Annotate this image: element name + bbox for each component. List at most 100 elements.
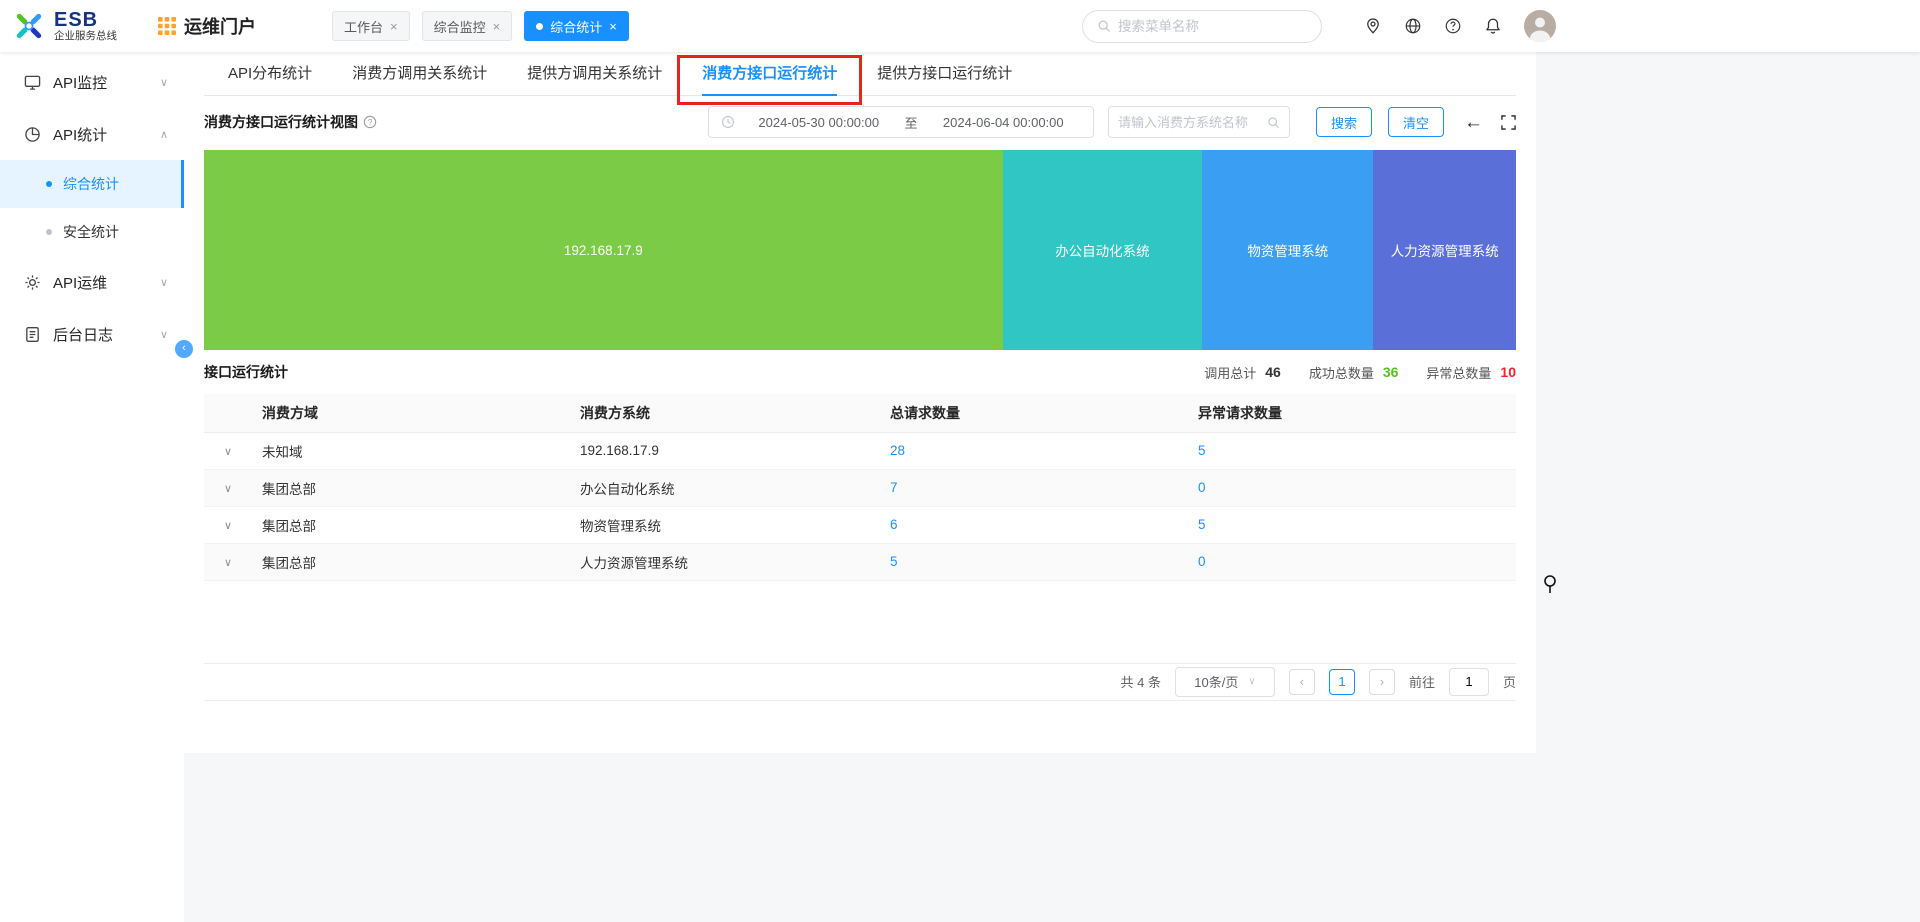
sidebar-item-api-stats[interactable]: API统计 ∧	[0, 108, 184, 160]
view-title: 消费方接口运行统计视图	[204, 112, 358, 132]
search-button[interactable]: 搜索	[1316, 107, 1372, 137]
header-tab-monitoring[interactable]: 综合监控 ×	[422, 11, 513, 41]
monitor-icon	[24, 74, 42, 91]
header-tabbar: 工作台 × 综合监控 × 综合统计 ×	[332, 11, 629, 41]
cell-system: 物资管理系统	[570, 506, 880, 543]
chevron-down-icon: ∨	[1248, 676, 1255, 687]
document-icon	[24, 326, 42, 343]
row-expand-icon[interactable]: ∨	[224, 446, 232, 458]
sidebar-collapse-button[interactable]: ‹	[175, 340, 193, 358]
sidebar-item-api-monitor[interactable]: API监控 ∨	[0, 56, 184, 108]
chevron-up-icon: ∧	[160, 128, 168, 141]
tab-provider-call-relations[interactable]: 提供方调用关系统计	[527, 52, 662, 96]
tab-provider-interface-stats[interactable]: 提供方接口运行统计	[877, 52, 1012, 96]
close-tab-icon[interactable]: ×	[390, 19, 398, 34]
date-start[interactable]: 2024-05-30 00:00:00	[741, 115, 897, 130]
header-tab-workbench[interactable]: 工作台 ×	[332, 11, 410, 41]
cell-total-requests[interactable]: 7	[890, 480, 898, 495]
user-avatar[interactable]	[1524, 10, 1556, 42]
summary-stats: 调用总计 46 成功总数量 36 异常总数量 10	[1204, 363, 1516, 382]
language-icon[interactable]	[1404, 17, 1422, 35]
cell-total-requests[interactable]: 5	[890, 554, 898, 569]
bell-icon[interactable]	[1484, 17, 1502, 35]
page-size-select[interactable]: 10条/页 ∨	[1175, 667, 1275, 697]
close-tab-icon[interactable]: ×	[609, 19, 617, 34]
main-content: API分布统计 消费方调用关系统计 提供方调用关系统计 消费方接口运行统计 提供…	[184, 52, 1536, 753]
treemap-chart: 192.168.17.9 办公自动化系统 物资管理系统 人力资源管理系统	[204, 150, 1516, 350]
content-tab-label: 消费方调用关系统计	[352, 65, 487, 82]
treemap-block-label: 192.168.17.9	[564, 243, 643, 258]
content-tab-label: 提供方接口运行统计	[877, 65, 1012, 82]
stat-value: 36	[1383, 364, 1399, 380]
cell-total-requests[interactable]: 28	[890, 443, 905, 458]
row-expand-icon[interactable]: ∨	[224, 483, 232, 495]
column-header: 消费方系统	[570, 394, 880, 432]
header-icons	[1364, 10, 1556, 42]
menu-search-input[interactable]	[1118, 19, 1307, 34]
sidebar-item-backend-logs[interactable]: 后台日志 ∨	[0, 308, 184, 360]
cell-error-requests[interactable]: 0	[1198, 480, 1206, 495]
location-icon[interactable]	[1364, 17, 1382, 35]
table-row: ∨ 集团总部 办公自动化系统 7 0	[204, 469, 1516, 506]
content-tab-label: 提供方调用关系统计	[527, 65, 662, 82]
pin-icon[interactable]	[1542, 574, 1558, 597]
close-tab-icon[interactable]: ×	[493, 19, 501, 34]
search-icon	[1267, 116, 1280, 129]
column-header: 异常请求数量	[1188, 394, 1516, 432]
table-row: ∨ 未知域 192.168.17.9 28 5	[204, 432, 1516, 469]
clear-button[interactable]: 清空	[1388, 107, 1444, 137]
fullscreen-icon[interactable]	[1501, 115, 1516, 130]
pie-chart-icon	[24, 126, 42, 143]
tab-api-distribution[interactable]: API分布统计	[228, 52, 312, 96]
stat-label: 调用总计	[1204, 363, 1256, 382]
prev-page-button[interactable]: ‹	[1289, 669, 1315, 695]
tab-consumer-call-relations[interactable]: 消费方调用关系统计	[352, 52, 487, 96]
treemap-block[interactable]: 人力资源管理系统	[1373, 150, 1516, 350]
goto-label: 前往	[1409, 672, 1435, 691]
menu-search[interactable]	[1082, 10, 1322, 43]
header-tab-composite-stats[interactable]: 综合统计 ×	[524, 11, 629, 41]
row-expand-icon[interactable]: ∨	[224, 520, 232, 532]
help-icon[interactable]	[1444, 17, 1462, 35]
info-icon[interactable]: ?	[363, 115, 377, 129]
portal-title-wrap: 运维门户	[158, 13, 256, 39]
cell-error-requests[interactable]: 5	[1198, 517, 1206, 532]
stat-success-count: 成功总数量 36	[1309, 363, 1399, 382]
consumer-system-search	[1108, 106, 1290, 138]
date-separator: 至	[903, 113, 920, 132]
tab-consumer-interface-stats[interactable]: 消费方接口运行统计	[702, 52, 837, 96]
back-arrow-icon[interactable]: ←	[1464, 113, 1483, 132]
treemap-block[interactable]: 物资管理系统	[1202, 150, 1373, 350]
treemap-block[interactable]: 办公自动化系统	[1003, 150, 1203, 350]
sidebar: API监控 ∨ API统计 ∧ 综合统计 安全统计 API运维 ∨	[0, 52, 184, 922]
cell-total-requests[interactable]: 6	[890, 517, 898, 532]
sidebar-item-label: API运维	[53, 272, 160, 293]
table-row: ∨ 集团总部 人力资源管理系统 5 0	[204, 543, 1516, 580]
date-range-picker[interactable]: 2024-05-30 00:00:00 至 2024-06-04 00:00:0…	[708, 106, 1094, 138]
stat-value: 46	[1265, 364, 1281, 380]
treemap-block[interactable]: 192.168.17.9	[204, 150, 1003, 350]
cell-domain: 集团总部	[252, 543, 570, 580]
treemap-block-label: 办公自动化系统	[1055, 240, 1150, 260]
goto-page-input[interactable]	[1449, 668, 1489, 696]
consumer-system-input[interactable]	[1118, 115, 1267, 130]
search-icon	[1097, 19, 1111, 33]
stat-value: 10	[1500, 364, 1516, 380]
sidebar-item-security-stats[interactable]: 安全统计	[0, 208, 184, 256]
sidebar-item-label: API监控	[53, 72, 160, 93]
page-1-button[interactable]: 1	[1329, 669, 1355, 695]
next-page-button[interactable]: ›	[1369, 669, 1395, 695]
sidebar-subitem-label: 综合统计	[63, 174, 119, 194]
sidebar-item-api-ops[interactable]: API运维 ∨	[0, 256, 184, 308]
clock-icon	[721, 115, 735, 129]
date-end[interactable]: 2024-06-04 00:00:00	[926, 115, 1082, 130]
expand-column-header	[204, 394, 252, 432]
sidebar-item-composite-stats[interactable]: 综合统计	[0, 160, 184, 208]
row-expand-icon[interactable]: ∨	[224, 557, 232, 569]
treemap-block-label: 人力资源管理系统	[1391, 240, 1499, 260]
cell-system: 办公自动化系统	[570, 469, 880, 506]
section-title: 接口运行统计	[204, 362, 288, 382]
cell-error-requests[interactable]: 5	[1198, 443, 1206, 458]
cell-error-requests[interactable]: 0	[1198, 554, 1206, 569]
stat-total-calls: 调用总计 46	[1204, 363, 1281, 382]
